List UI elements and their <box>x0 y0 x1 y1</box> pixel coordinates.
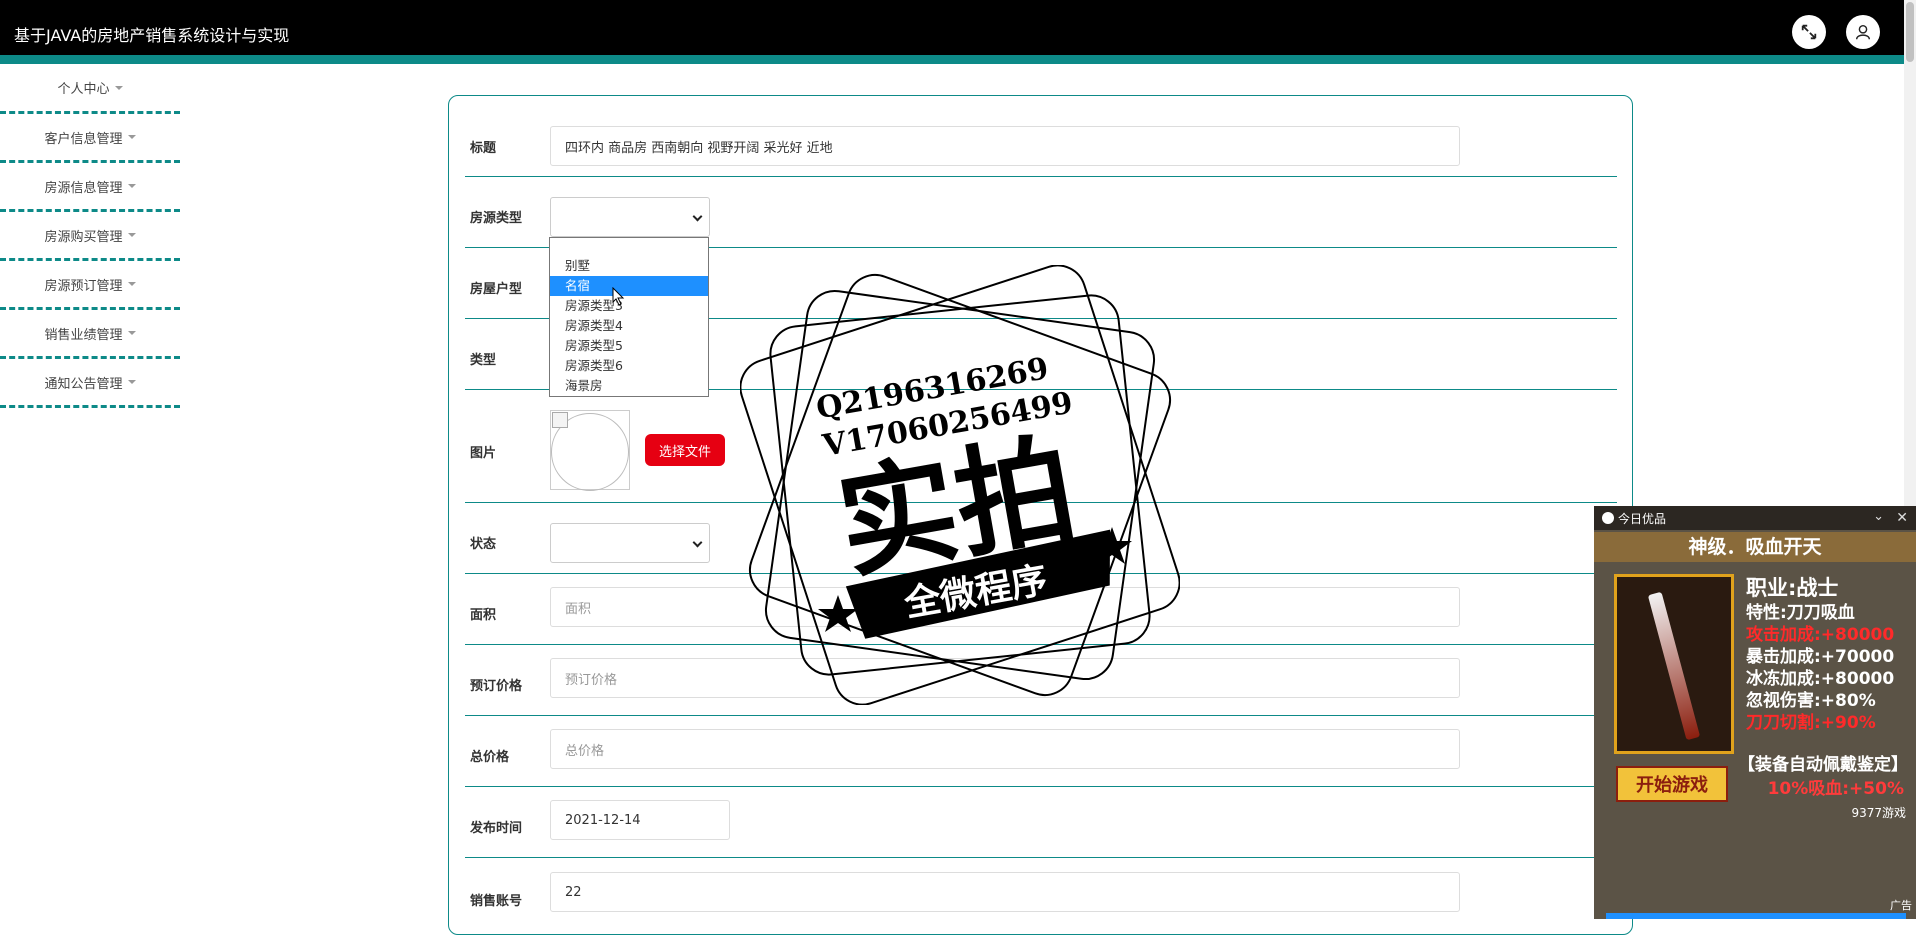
ad-stat: 职业:战士 <box>1746 576 1839 600</box>
form-row-image: 图片 选择文件 <box>465 390 1617 503</box>
form-row-status: 状态 <box>465 503 1617 574</box>
dropdown-option[interactable]: 房源类型6 <box>550 356 708 376</box>
ad-tag: 广告 <box>1890 899 1912 912</box>
dropdown-option[interactable]: 房源类型3 <box>550 296 708 316</box>
sidebar-item-personal-center[interactable]: 个人中心 <box>0 64 180 114</box>
deposit-input[interactable]: 预订价格 <box>550 658 1460 698</box>
category-label: 类型 <box>470 353 497 368</box>
caret-down-icon <box>127 282 136 286</box>
ad-stat: 忽视伤害:+80% <box>1746 691 1876 711</box>
chevron-down-icon[interactable]: ⌄ <box>1873 509 1884 524</box>
choose-file-button[interactable]: 选择文件 <box>645 434 725 466</box>
sidebar-item-house-info[interactable]: 房源信息管理 <box>0 163 180 212</box>
top-bar: 基于JAVA的房地产销售系统设计与实现 <box>0 0 1904 55</box>
app-title: 基于JAVA的房地产销售系统设计与实现 <box>14 26 290 45</box>
ad-header: 今日优品 <box>1594 506 1916 530</box>
total-price-input[interactable]: 总价格 <box>550 729 1460 769</box>
mouse-pointer-icon <box>612 287 625 306</box>
caret-down-icon <box>127 380 136 384</box>
house-form-card: 标题 四环内 商品房 西南朝向 视野开阔 采光好 近地 房源类型 房屋户型 类型… <box>448 95 1633 935</box>
form-row-deposit: 预订价格 预订价格 <box>465 645 1617 716</box>
area-label: 面积 <box>470 608 497 623</box>
sidebar-item-label: 销售业绩管理 <box>44 327 123 343</box>
fullscreen-button[interactable] <box>1792 15 1826 49</box>
caret-down-icon <box>127 331 136 335</box>
layout-label: 房屋户型 <box>470 282 523 297</box>
user-button[interactable] <box>1846 15 1880 49</box>
ad-progress-bar <box>1606 913 1906 919</box>
status-label: 状态 <box>470 537 497 552</box>
area-input[interactable]: 面积 <box>550 587 1460 627</box>
form-row-sales-account: 销售账号 22 <box>465 858 1617 938</box>
caret-down-icon <box>127 233 136 237</box>
dropdown-option[interactable]: 别墅 <box>550 256 708 276</box>
ad-stat: 刀刀切割:+90% <box>1746 713 1876 733</box>
image-preview <box>550 410 630 491</box>
chevron-down-icon <box>692 537 703 548</box>
dropdown-option[interactable]: 房源类型5 <box>550 336 708 356</box>
publish-time-label: 发布时间 <box>470 821 523 836</box>
house-type-dropdown-list: 别墅 名宿 房源类型3 房源类型4 房源类型5 房源类型6 海景房 <box>549 237 709 397</box>
ad-stat: 攻击加成:+80000 <box>1746 625 1895 645</box>
dropdown-option[interactable]: 房源类型4 <box>550 316 708 336</box>
caret-down-icon <box>127 135 136 139</box>
sidebar-item-customer-info[interactable]: 客户信息管理 <box>0 114 180 163</box>
chevron-down-icon <box>692 211 703 222</box>
sidebar-item-label: 通知公告管理 <box>44 376 123 392</box>
sidebar-item-notices[interactable]: 通知公告管理 <box>0 359 180 408</box>
sales-account-input[interactable]: 22 <box>550 872 1460 912</box>
ad-headline: 神级．吸血开天 <box>1594 532 1916 562</box>
dropdown-option[interactable]: 海景房 <box>550 376 708 396</box>
sales-account-label: 销售账号 <box>470 894 523 909</box>
image-label: 图片 <box>470 446 497 461</box>
user-icon <box>1855 24 1871 40</box>
caret-down-icon <box>114 85 123 90</box>
publish-time-input[interactable]: 2021-12-14 <box>550 800 730 840</box>
close-icon[interactable]: ✕ <box>1896 510 1908 526</box>
dropdown-option-selected[interactable]: 名宿 <box>550 276 708 296</box>
sidebar-item-house-purchase[interactable]: 房源购买管理 <box>0 212 180 261</box>
ad-stat: 暴击加成:+70000 <box>1746 647 1895 667</box>
sidebar-item-house-booking[interactable]: 房源预订管理 <box>0 261 180 310</box>
sidebar-item-label: 个人中心 <box>57 82 110 97</box>
sidebar: 个人中心 客户信息管理 房源信息管理 房源购买管理 房源预订管理 销售业绩管理 … <box>0 64 180 408</box>
sidebar-item-label: 房源预订管理 <box>44 278 123 294</box>
header-accent-bar <box>0 55 1904 64</box>
ad-stat: 冰冻加成:+80000 <box>1746 669 1895 689</box>
ad-stats: 职业:战士 特性:刀刀吸血 攻击加成:+80000 暴击加成:+70000 冰冻… <box>1746 574 1911 734</box>
sidebar-item-label: 客户信息管理 <box>44 131 123 147</box>
start-game-button[interactable]: 开始游戏 <box>1616 766 1728 802</box>
title-label: 标题 <box>470 141 497 156</box>
sidebar-item-label: 房源信息管理 <box>44 180 123 196</box>
status-select[interactable] <box>550 523 710 563</box>
broken-image-icon <box>552 412 568 428</box>
sidebar-item-label: 房源购买管理 <box>44 229 123 245</box>
form-row-area: 面积 面积 <box>465 574 1617 645</box>
ad-logo-icon <box>1602 512 1614 524</box>
house-type-select[interactable] <box>550 197 710 237</box>
house-type-label: 房源类型 <box>470 211 523 226</box>
sidebar-item-sales-performance[interactable]: 销售业绩管理 <box>0 310 180 359</box>
ad-stat: 特性:刀刀吸血 <box>1746 603 1855 623</box>
deposit-label: 预订价格 <box>470 679 523 694</box>
form-row-total-price: 总价格 总价格 <box>465 716 1617 787</box>
sword-image <box>1614 574 1734 754</box>
form-row-publish-time: 发布时间 2021-12-14 <box>465 787 1617 858</box>
expand-icon <box>1801 24 1817 40</box>
ad-popup[interactable]: 今日优品 ⌄ ✕ 神级．吸血开天 职业:战士 特性:刀刀吸血 攻击加成:+800… <box>1594 506 1916 919</box>
total-price-label: 总价格 <box>470 750 510 765</box>
caret-down-icon <box>127 184 136 188</box>
title-input[interactable]: 四环内 商品房 西南朝向 视野开阔 采光好 近地 <box>550 126 1460 166</box>
ad-source: 今日优品 <box>1618 511 1667 526</box>
form-row-title: 标题 四环内 商品房 西南朝向 视野开阔 采光好 近地 <box>465 96 1617 177</box>
ad-brand: 9377游戏 <box>1851 806 1906 820</box>
